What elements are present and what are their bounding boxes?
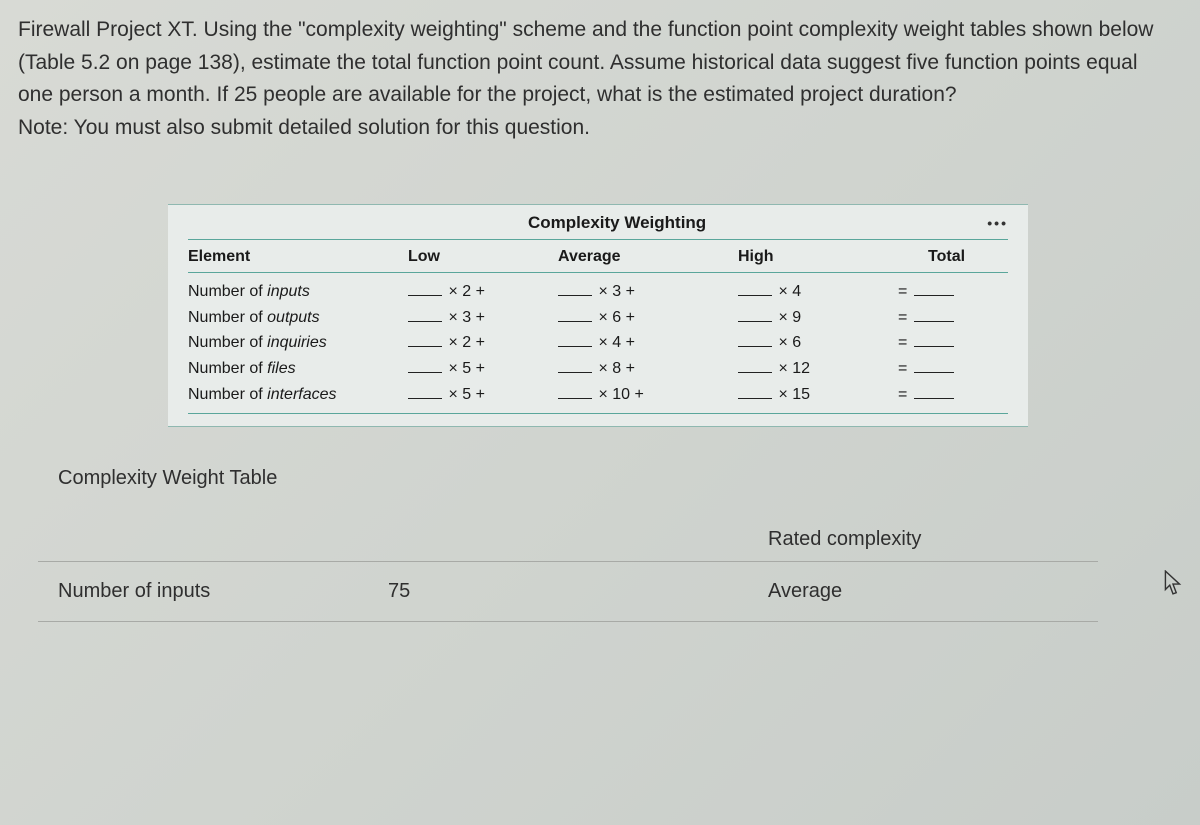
col-average: Average [558,240,738,272]
ellipsis-icon: ••• [987,215,1008,231]
element-name: Number of inputs [188,279,408,305]
avg-cell: × 8 + [558,356,738,382]
low-cell: × 5 + [408,356,558,382]
avg-cell: × 10 + [558,382,738,408]
cursor-icon [1164,570,1182,596]
avg-cell: × 6 + [558,305,738,331]
complexity-weight-table-figure: Complexity Weighting ••• Element Low Ave… [168,204,1028,427]
weight-table-row: Number of interfaces × 5 + × 10 + × 15= [188,382,1008,408]
question-note: Note: You must also submit detailed solu… [18,116,590,139]
weight-table-caption: Complexity Weight Table [58,467,1182,490]
col-high: High [738,240,898,272]
row-count: 75 [368,562,748,622]
weight-table-row: Number of inputs × 2 + × 3 + × 4= [188,279,1008,305]
input-data-table: Rated complexity Number of inputs75Avera… [38,510,1098,622]
col-low: Low [408,240,558,272]
row-label: Number of inputs [38,562,368,622]
total-cell: = [898,382,998,408]
element-name: Number of interfaces [188,382,408,408]
total-cell: = [898,279,998,305]
total-cell: = [898,356,998,382]
high-cell: × 12 [738,356,898,382]
element-name: Number of files [188,356,408,382]
high-cell: × 6 [738,330,898,356]
col-element: Element [188,240,408,272]
element-name: Number of outputs [188,305,408,331]
low-cell: × 2 + [408,279,558,305]
element-name: Number of inquiries [188,330,408,356]
weight-table-row: Number of inquiries × 2 + × 4 + × 6= [188,330,1008,356]
total-cell: = [898,330,998,356]
low-cell: × 3 + [408,305,558,331]
rated-complexity-header: Rated complexity [748,510,1098,562]
question-text: Firewall Project XT. Using the "complexi… [18,14,1178,144]
high-cell: × 15 [738,382,898,408]
avg-cell: × 4 + [558,330,738,356]
avg-cell: × 3 + [558,279,738,305]
low-cell: × 2 + [408,330,558,356]
high-cell: × 9 [738,305,898,331]
high-cell: × 4 [738,279,898,305]
weight-table-row: Number of outputs × 3 + × 6 + × 9= [188,305,1008,331]
low-cell: × 5 + [408,382,558,408]
question-body: Firewall Project XT. Using the "complexi… [18,18,1153,106]
weight-table-row: Number of files × 5 + × 8 + × 12= [188,356,1008,382]
table-row: Number of inputs75Average [38,562,1098,622]
col-total: Total [898,240,998,272]
row-rated: Average [748,562,1098,622]
weight-table-title: Complexity Weighting [528,213,706,233]
total-cell: = [898,305,998,331]
